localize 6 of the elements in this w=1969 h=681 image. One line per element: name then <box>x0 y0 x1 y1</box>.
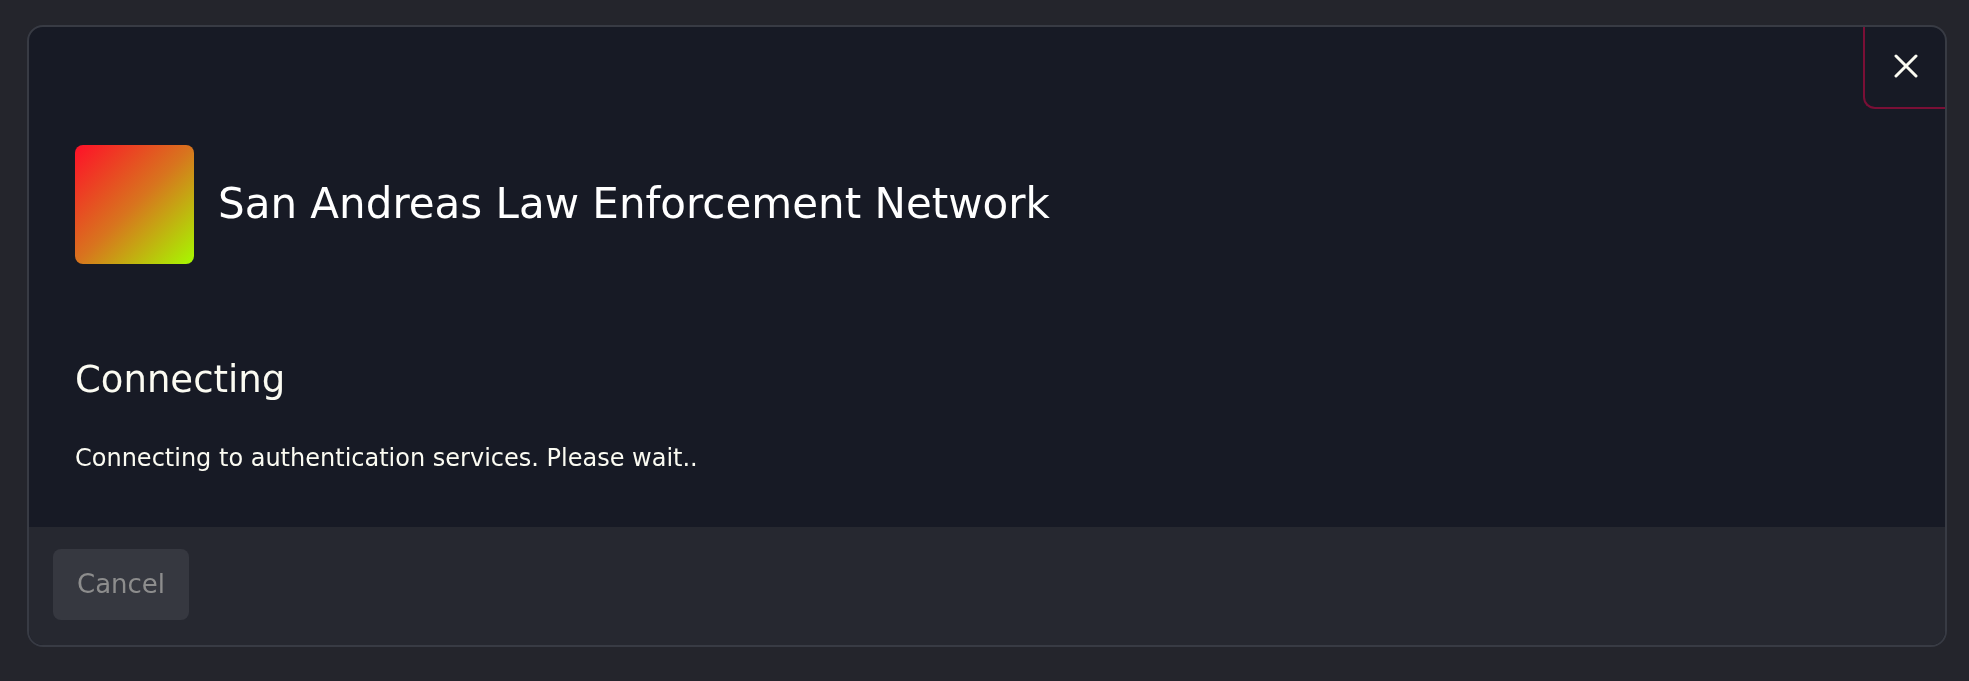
logo-icon <box>75 145 194 264</box>
status-heading: Connecting <box>75 357 287 403</box>
close-icon <box>1894 54 1918 78</box>
dialog-title: San Andreas Law Enforcement Network <box>218 179 1050 230</box>
close-button[interactable] <box>1863 27 1945 109</box>
status-message: Connecting to authentication services. Please wait.. <box>75 442 699 474</box>
